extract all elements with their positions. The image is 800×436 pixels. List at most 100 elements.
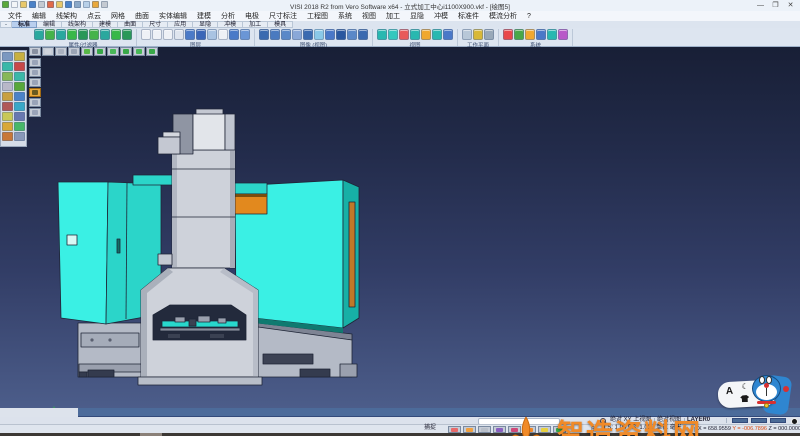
ribbon-icon[interactable] xyxy=(399,29,409,40)
left-toolbar-icon[interactable] xyxy=(14,82,25,91)
ribbon-icon[interactable] xyxy=(462,29,472,40)
menu-item[interactable]: 分析 xyxy=(216,11,240,21)
ribbon-icon[interactable] xyxy=(336,29,346,40)
left-toolbar-icon[interactable] xyxy=(2,72,13,81)
ribbon-icon[interactable] xyxy=(473,29,483,40)
ribbon-icon[interactable] xyxy=(303,29,313,40)
view-button[interactable] xyxy=(68,47,80,56)
left-toolbar-icon[interactable] xyxy=(2,102,13,111)
view-button[interactable] xyxy=(81,47,93,56)
snap-toggle-button[interactable] xyxy=(448,426,461,433)
view-button[interactable] xyxy=(29,47,41,56)
left-toolbar-icon[interactable] xyxy=(14,92,25,101)
menu-item[interactable]: 视图 xyxy=(357,11,381,21)
ribbon-icon[interactable] xyxy=(207,29,217,40)
left-toolbar-icon[interactable] xyxy=(2,62,13,71)
minimize-button[interactable]: — xyxy=(753,0,768,11)
menu-item[interactable]: 编辑 xyxy=(27,11,51,21)
ribbon-icon[interactable] xyxy=(218,29,228,40)
ribbon-icon[interactable] xyxy=(174,29,184,40)
menu-item[interactable]: 文件 xyxy=(3,11,27,21)
ribbon-icon[interactable] xyxy=(45,29,55,40)
menu-item[interactable]: 网格 xyxy=(106,11,130,21)
ribbon-icon[interactable] xyxy=(358,29,368,40)
ribbon-icon[interactable] xyxy=(558,29,568,40)
left-toolbar-icon[interactable] xyxy=(14,52,25,61)
close-button[interactable]: ✕ xyxy=(783,0,798,11)
snap-label[interactable]: 捕捉 xyxy=(424,425,436,432)
ribbon-icon[interactable] xyxy=(270,29,280,40)
ribbon-icon[interactable] xyxy=(100,29,110,40)
ribbon-icon[interactable] xyxy=(347,29,357,40)
ribbon-icon[interactable] xyxy=(547,29,557,40)
ribbon-tab[interactable]: 冲模 xyxy=(218,21,243,28)
ribbon-icon[interactable] xyxy=(292,29,302,40)
ribbon-icon[interactable] xyxy=(240,29,250,40)
ribbon-tab[interactable]: 尺寸 xyxy=(143,21,168,28)
ribbon-tab[interactable]: 线架构 xyxy=(62,21,93,28)
left-toolbar-icon[interactable] xyxy=(2,132,13,141)
ribbon-icon[interactable] xyxy=(163,29,173,40)
view-button[interactable] xyxy=(29,88,41,97)
ribbon-icon[interactable] xyxy=(185,29,195,40)
left-toolbar-icon[interactable] xyxy=(14,62,25,71)
view-button[interactable] xyxy=(29,78,41,87)
menu-item[interactable]: 显隐 xyxy=(405,11,429,21)
menu-item[interactable]: 冲模 xyxy=(429,11,453,21)
view-button[interactable] xyxy=(29,108,41,117)
menu-item[interactable]: 电极 xyxy=(240,11,264,21)
menu-item[interactable]: 加工 xyxy=(381,11,405,21)
view-button[interactable] xyxy=(29,68,41,77)
menu-item[interactable]: 标准件 xyxy=(453,11,484,21)
machine-model[interactable] xyxy=(50,102,370,402)
menu-item[interactable]: 曲面 xyxy=(130,11,154,21)
menu-item[interactable]: 实体编辑 xyxy=(154,11,192,21)
view-button[interactable] xyxy=(146,47,158,56)
ribbon-tab[interactable]: 曲面 xyxy=(118,21,143,28)
ribbon-icon[interactable] xyxy=(34,29,44,40)
ribbon-icon[interactable] xyxy=(56,29,66,40)
ribbon-icon[interactable] xyxy=(229,29,239,40)
menu-item[interactable]: 工程图 xyxy=(302,11,333,21)
ribbon-icon[interactable] xyxy=(141,29,151,40)
menu-item[interactable]: 建模 xyxy=(192,11,216,21)
view-button[interactable] xyxy=(55,47,67,56)
left-toolbar-icon[interactable] xyxy=(2,52,13,61)
left-toolbar-icon[interactable] xyxy=(14,132,25,141)
ribbon-tab[interactable]: 显隐 xyxy=(193,21,218,28)
left-toolbar-icon[interactable] xyxy=(2,92,13,101)
ribbon-tab[interactable]: 标准 xyxy=(12,21,37,28)
ribbon-icon[interactable] xyxy=(514,29,524,40)
ribbon-icon[interactable] xyxy=(536,29,546,40)
ribbon-icon[interactable] xyxy=(432,29,442,40)
ribbon-icon[interactable] xyxy=(111,29,121,40)
ribbon-tab[interactable]: 应用 xyxy=(168,21,193,28)
snap-toggle-button[interactable] xyxy=(463,426,476,433)
ribbon-icon[interactable] xyxy=(525,29,535,40)
view-button[interactable] xyxy=(133,47,145,56)
menu-item[interactable]: 系统 xyxy=(333,11,357,21)
left-toolbar-icon[interactable] xyxy=(2,122,13,131)
ribbon-icon[interactable] xyxy=(78,29,88,40)
ribbon-icon[interactable] xyxy=(484,29,494,40)
ribbon-tab[interactable]: 建模 xyxy=(93,21,118,28)
ribbon-icon[interactable] xyxy=(410,29,420,40)
view-button[interactable] xyxy=(29,98,41,107)
view-button[interactable] xyxy=(94,47,106,56)
ribbon-icon[interactable] xyxy=(196,29,206,40)
ribbon-icon[interactable] xyxy=(89,29,99,40)
view-button[interactable] xyxy=(120,47,132,56)
ribbon-icon[interactable] xyxy=(122,29,132,40)
snap-toggle-button[interactable] xyxy=(478,426,491,433)
left-toolbar-icon[interactable] xyxy=(14,102,25,111)
menu-item[interactable]: 线架构 xyxy=(51,11,82,21)
ribbon-icon[interactable] xyxy=(421,29,431,40)
ribbon-icon[interactable] xyxy=(325,29,335,40)
left-toolbar-icon[interactable] xyxy=(14,112,25,121)
ribbon-icon[interactable] xyxy=(281,29,291,40)
menu-item[interactable]: ? xyxy=(522,13,536,20)
ribbon-icon[interactable] xyxy=(503,29,513,40)
view-button[interactable] xyxy=(42,47,54,56)
ribbon-tab[interactable]: 加工 xyxy=(243,21,268,28)
viewport-3d[interactable]: 智造资料网 A ☾ xyxy=(0,47,800,408)
